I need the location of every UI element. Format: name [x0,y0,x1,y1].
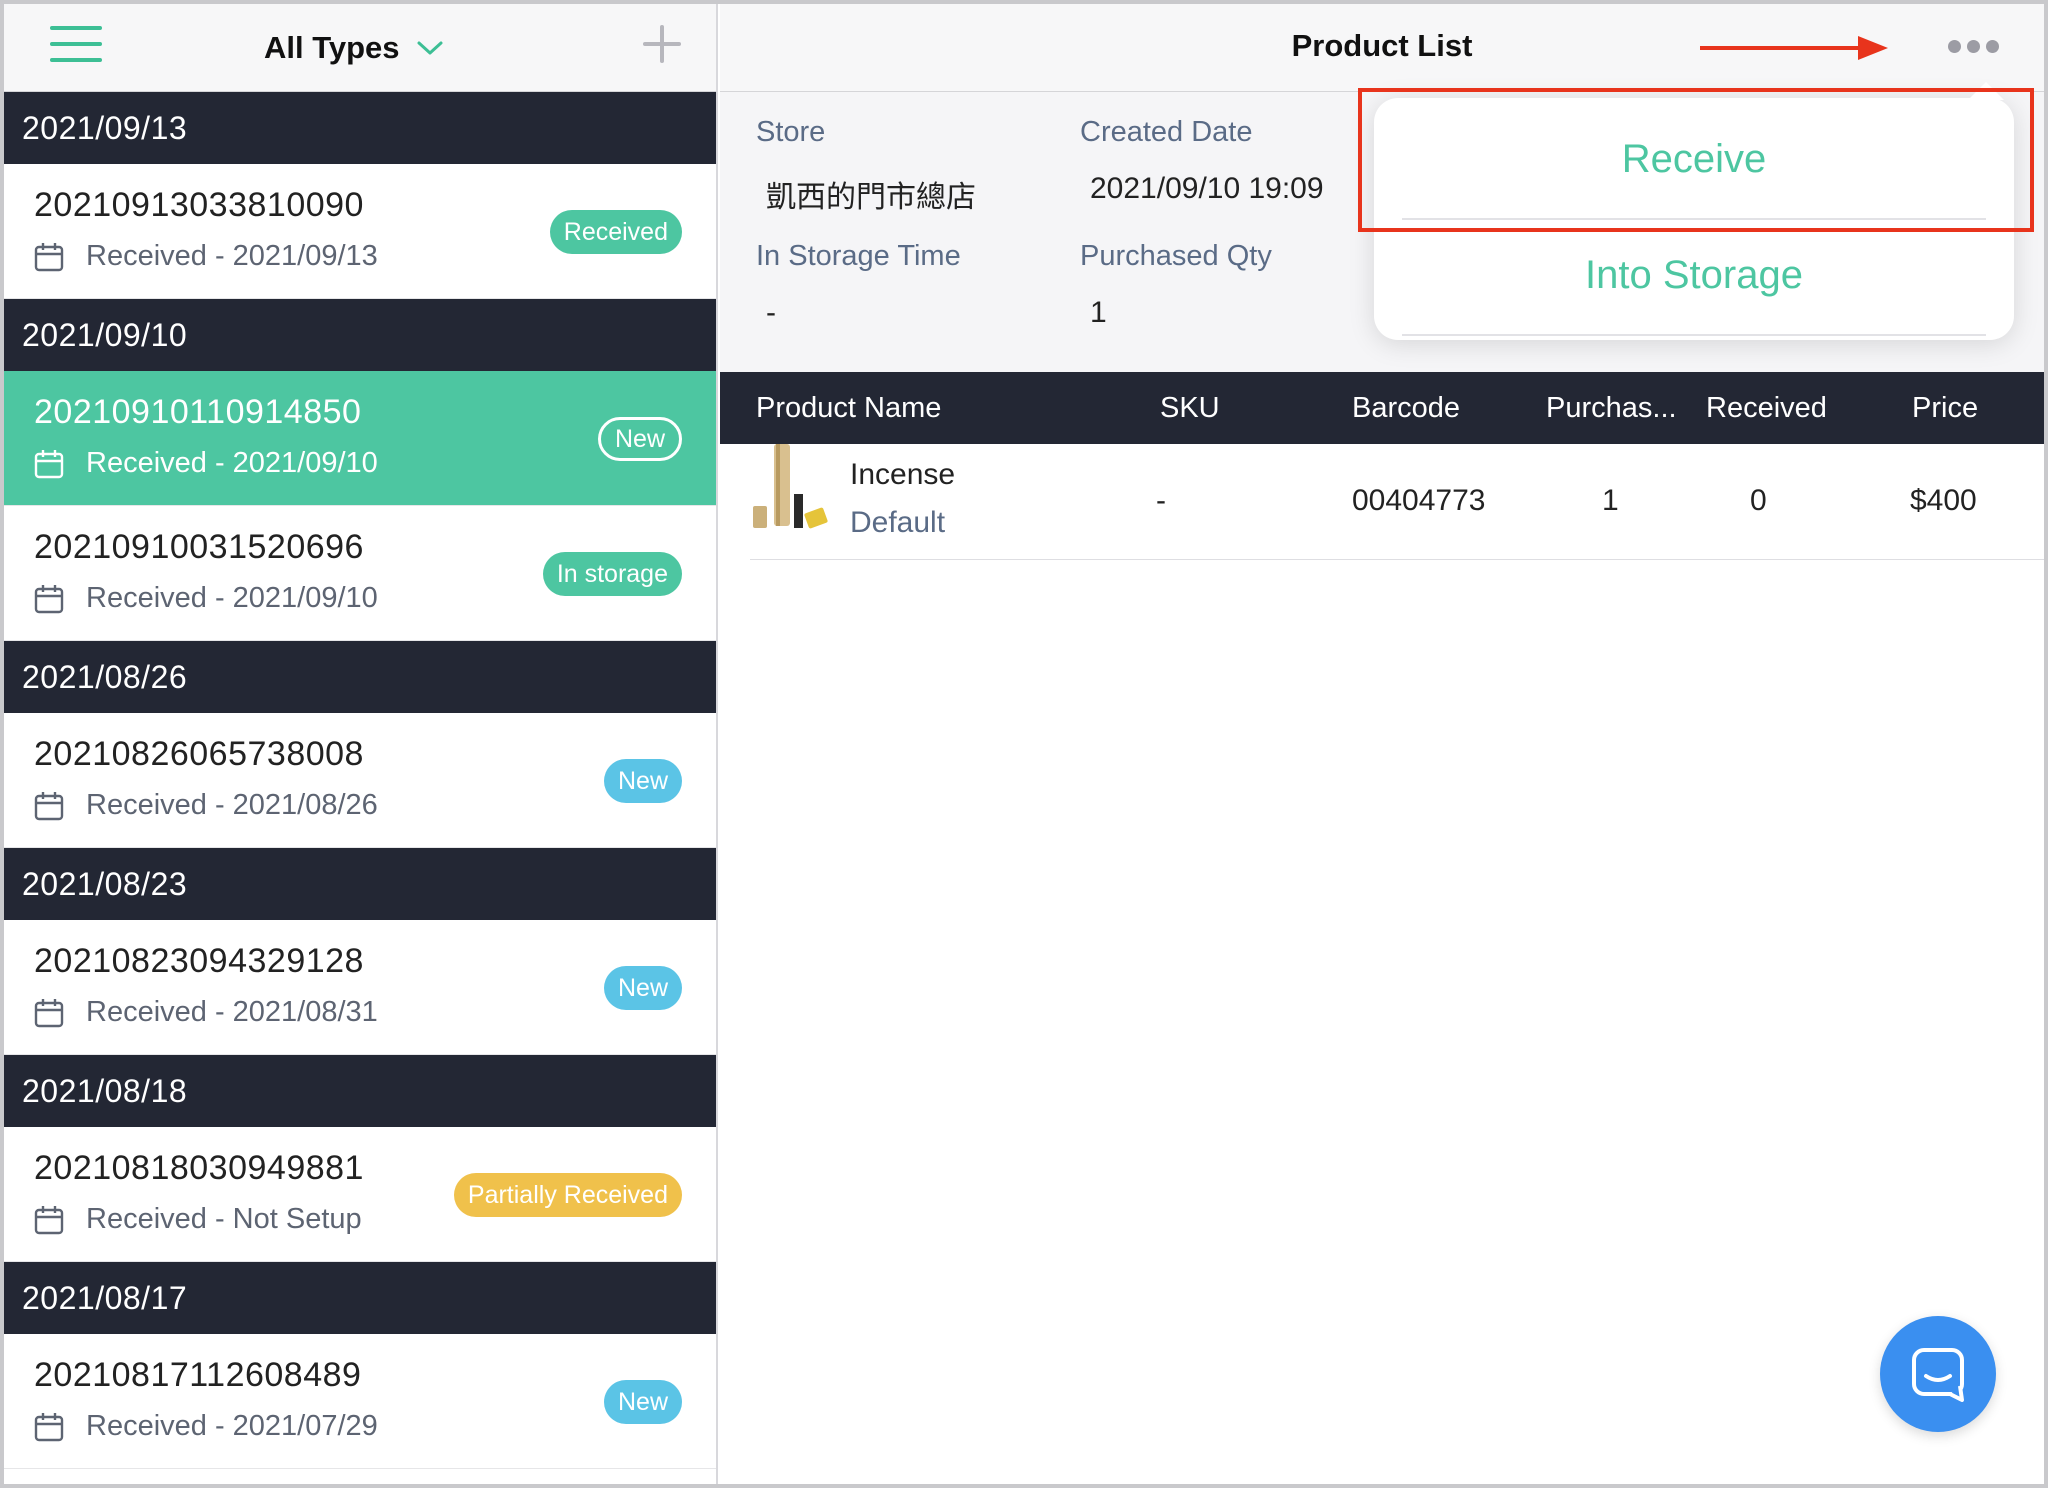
date-section-header: 2021/09/10 [4,299,716,371]
created-date-label: Created Date [1080,116,1253,148]
product-price: $400 [1910,484,1977,517]
order-list: 2021/09/13 20210913033810090 Received - 20… [4,92,716,1469]
calendar-icon [34,1412,64,1441]
received-info: Received - 2021/08/26 [34,789,378,822]
list-item[interactable]: 20210826065738008 Received - 2021/08/26 Ne… [4,713,716,848]
column-purchased[interactable]: Purchas... [1546,392,1677,425]
received-date: Received - 2021/08/26 [86,789,378,821]
list-item[interactable]: 20210910110914850 Received - 2021/09/10 Ne… [4,371,716,506]
menu-divider [1402,334,1986,336]
status-badge: Partially Received [453,1173,682,1217]
status-badge: New [597,417,682,461]
status-badge: In storage [542,552,682,596]
received-info: Received - 2021/09/13 [34,240,378,273]
status-badge: Received [549,210,682,254]
list-header: All Types [4,4,716,92]
purchased-qty-value: 1 [1090,296,1107,329]
chat-icon [1912,1348,1964,1402]
hamburger-icon[interactable] [50,26,102,64]
status-badge: New [603,966,682,1010]
order-list-pane: All Types 2021/09/13 20210913033810090 Rec… [4,4,718,1484]
app-frame: All Types 2021/09/13 20210913033810090 Rec… [4,4,2044,1484]
calendar-icon [34,449,64,478]
store-value: 凱西的門市總店 [766,181,976,214]
list-item[interactable]: 20210818030949881 Received - Not Setup Par… [4,1127,716,1262]
column-barcode[interactable]: Barcode [1352,392,1460,425]
list-item[interactable]: 20210910031520696 Received - 2021/09/10 In… [4,506,716,641]
date-section-header: 2021/08/18 [4,1055,716,1127]
date-section-header: 2021/08/26 [4,641,716,713]
received-info: Received - 2021/08/31 [34,996,378,1029]
received-info: Received - 2021/09/10 [34,447,378,480]
calendar-icon [34,1205,64,1234]
arrow-annotation [1700,36,1888,60]
column-sku[interactable]: SKU [1160,392,1220,425]
calendar-icon [34,998,64,1027]
product-received: 0 [1750,484,1767,517]
product-name: Incense [850,458,956,491]
date-section-header: 2021/09/13 [4,92,716,164]
received-info: Received - Not Setup [34,1203,362,1236]
product-variant: Default [850,506,946,539]
received-date: Received - 2021/09/10 [86,447,378,479]
status-badge: New [603,1380,682,1424]
order-number: 20210910110914850 [34,393,362,431]
column-received[interactable]: Received [1706,392,1827,425]
received-date: Received - 2021/08/31 [86,996,378,1028]
calendar-icon [34,584,64,613]
order-number: 20210818030949881 [34,1149,364,1187]
chat-button[interactable] [1880,1316,1996,1432]
status-badge: New [603,759,682,803]
into-storage-menu-item[interactable]: Into Storage [1374,220,2014,330]
type-filter-label: All Types [264,30,400,65]
product-purchased: 1 [1602,484,1619,517]
calendar-icon [34,242,64,271]
in-storage-time-value: - [766,296,776,329]
list-item[interactable]: 20210817112608489 Received - 2021/07/29 Ne… [4,1334,716,1469]
plus-icon[interactable] [642,24,682,64]
order-number: 20210826065738008 [34,735,364,773]
received-info: Received - 2021/07/29 [34,1410,378,1443]
product-barcode: 00404773 [1352,484,1486,517]
list-item[interactable]: 20210913033810090 Received - 2021/09/13 Re… [4,164,716,299]
created-date-value: 2021/09/10 19:09 [1090,172,1324,205]
list-item[interactable]: 20210823094329128 Received - 2021/08/31 Ne… [4,920,716,1055]
date-section-header: 2021/08/17 [4,1262,716,1334]
received-date: Received - 2021/07/29 [86,1410,378,1442]
purchased-qty-label: Purchased Qty [1080,240,1272,272]
detail-header: Product List [720,4,2044,92]
product-table-header: Product Name SKU Barcode Purchas... Rece… [720,372,2044,444]
chevron-down-icon [417,41,443,55]
table-row[interactable]: Incense Default - 00404773 1 0 $400 [750,444,2044,560]
received-date: Received - 2021/09/10 [86,582,378,614]
calendar-icon [34,791,64,820]
type-filter-dropdown[interactable]: All Types [264,24,444,72]
more-icon[interactable] [1948,34,2004,58]
received-info: Received - 2021/09/10 [34,582,378,615]
store-label: Store [756,116,826,148]
received-date: Received - 2021/09/13 [86,240,378,272]
highlight-annotation [1358,88,2034,232]
product-thumbnail [753,444,828,529]
order-number: 20210910031520696 [34,528,364,566]
date-section-header: 2021/08/23 [4,848,716,920]
order-number: 20210823094329128 [34,942,364,980]
order-number: 20210817112608489 [34,1356,362,1394]
order-number: 20210913033810090 [34,186,364,224]
product-sku: - [1156,484,1166,517]
received-date: Received - Not Setup [86,1203,362,1235]
column-price[interactable]: Price [1912,392,1978,425]
in-storage-time-label: In Storage Time [756,240,961,272]
column-product-name[interactable]: Product Name [756,392,941,425]
